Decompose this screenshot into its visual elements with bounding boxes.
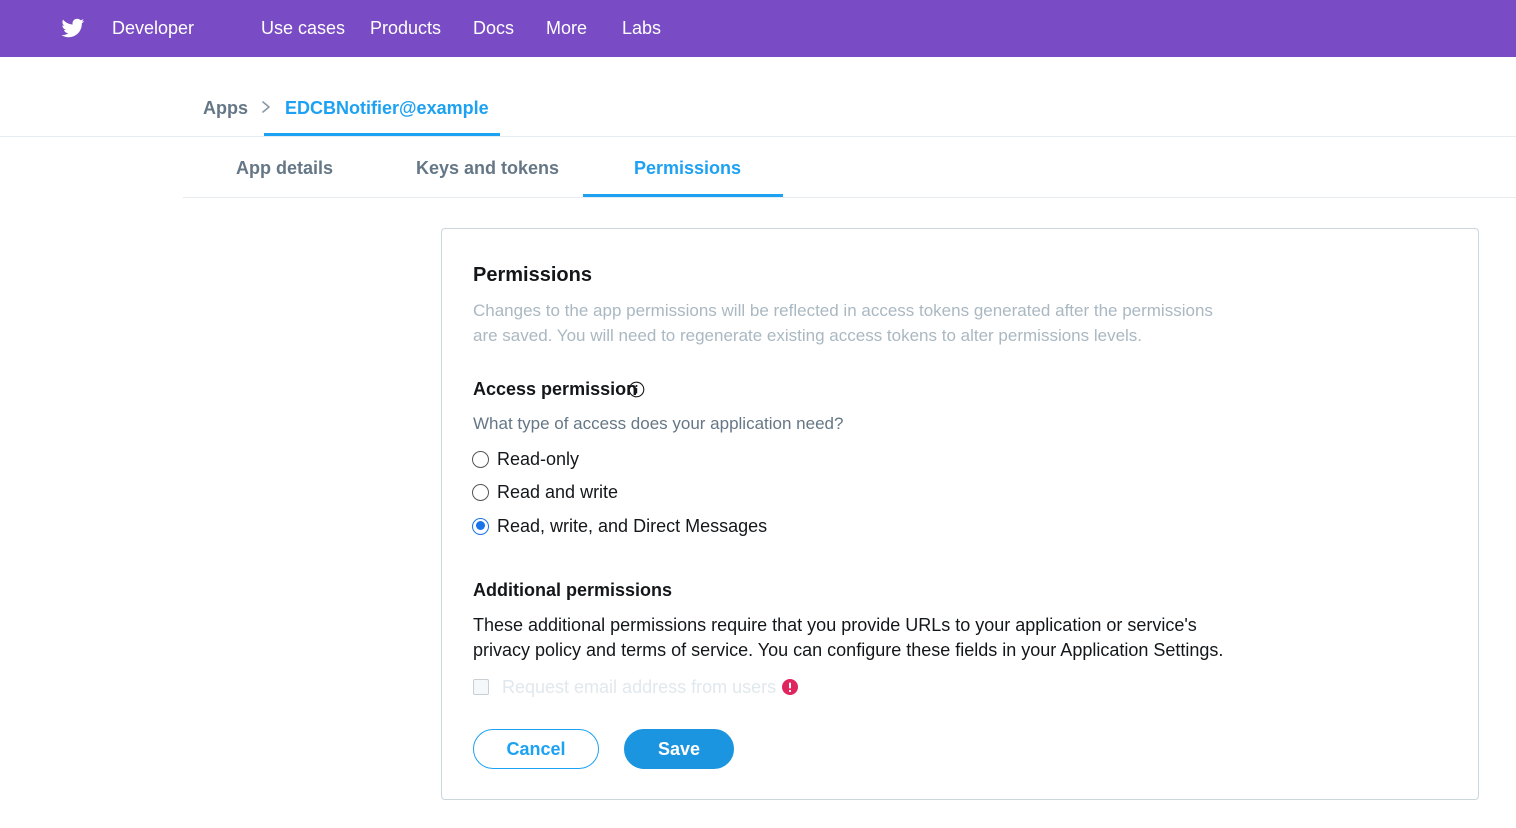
radio-button-checked[interactable] (472, 517, 489, 535)
access-question: What type of access does your applicatio… (473, 414, 844, 433)
permissions-title: Permissions (473, 264, 592, 286)
nav-labs[interactable]: Labs (622, 18, 661, 39)
radio-button[interactable] (472, 483, 489, 501)
radio-read-only[interactable]: Read-only (472, 448, 579, 470)
alert-circle-icon[interactable] (782, 679, 799, 695)
email-request-checkbox[interactable] (473, 679, 489, 695)
save-button[interactable]: Save (624, 729, 734, 769)
top-navigation-bar: Developer Use cases Products Docs More L… (0, 0, 1516, 57)
breadcrumb-current-app[interactable]: EDCBNotifier@example (285, 98, 489, 119)
radio-read-and-write[interactable]: Read and write (472, 481, 618, 503)
twitter-bird-icon[interactable] (59, 16, 86, 40)
cancel-button[interactable]: Cancel (473, 729, 599, 769)
nav-use-cases[interactable]: Use cases (261, 18, 345, 39)
breadcrumb-apps-link[interactable]: Apps (203, 98, 248, 119)
radio-button[interactable] (472, 450, 489, 468)
radio-label: Read, write, and Direct Messages (497, 515, 768, 536)
additional-permissions-heading: Additional permissions (473, 580, 673, 600)
email-request-row: Request email address from users (473, 676, 799, 697)
info-circle-icon[interactable] (628, 381, 645, 398)
tab-permissions[interactable]: Permissions (634, 158, 741, 179)
tab-keys-and-tokens[interactable]: Keys and tokens (416, 158, 559, 179)
chevron-right-icon (262, 101, 270, 113)
permissions-description: Changes to the app permissions will be r… (473, 301, 1213, 345)
nav-docs[interactable]: Docs (473, 18, 514, 39)
tab-app-details[interactable]: App details (236, 158, 333, 179)
access-permission-heading: Access permission (473, 379, 638, 399)
additional-permissions-text: These additional permissions require tha… (473, 615, 1224, 660)
nav-more[interactable]: More (546, 18, 587, 39)
tabs-divider (183, 197, 1516, 198)
radio-read-write-dm[interactable]: Read, write, and Direct Messages (472, 515, 767, 537)
email-request-label: Request email address from users (502, 676, 777, 697)
nav-products[interactable]: Products (370, 18, 441, 39)
radio-label: Read and write (497, 481, 619, 502)
developer-brand-link[interactable]: Developer (112, 18, 194, 39)
breadcrumb-divider (0, 136, 1516, 137)
radio-label: Read-only (497, 448, 580, 469)
